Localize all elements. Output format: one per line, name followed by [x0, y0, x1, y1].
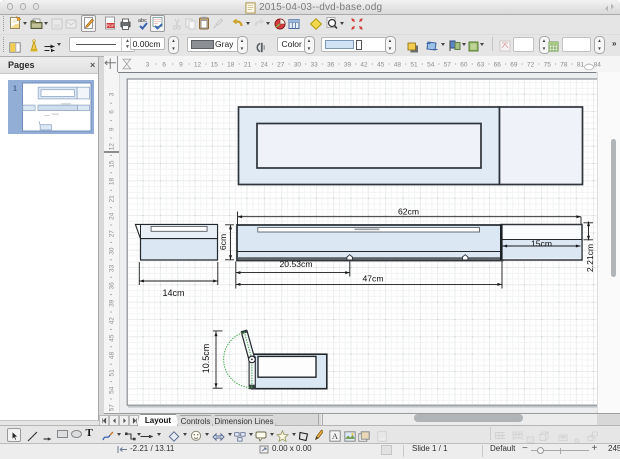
- svg-text:48: 48: [394, 62, 402, 69]
- svg-text:45: 45: [109, 334, 116, 342]
- svg-text:27: 27: [277, 62, 285, 69]
- svg-text:33: 33: [109, 265, 116, 273]
- svg-text:62cm: 62cm: [397, 207, 418, 217]
- svg-text:36: 36: [109, 282, 116, 290]
- svg-text:24: 24: [109, 212, 116, 220]
- svg-text:10.5cm: 10.5cm: [201, 344, 211, 374]
- svg-text:48: 48: [109, 352, 116, 360]
- svg-text:2.21cm: 2.21cm: [585, 244, 595, 272]
- svg-text:21: 21: [109, 195, 116, 203]
- svg-text:42: 42: [109, 317, 116, 325]
- svg-text:15cm: 15cm: [530, 239, 551, 249]
- svg-text:15: 15: [211, 62, 219, 69]
- svg-text:47cm: 47cm: [362, 274, 383, 284]
- svg-text:12: 12: [109, 143, 116, 151]
- svg-text:69: 69: [510, 62, 518, 69]
- svg-text:84: 84: [594, 62, 602, 69]
- svg-text:1: 1: [13, 86, 17, 93]
- svg-text:6: 6: [162, 62, 166, 69]
- svg-text:24: 24: [261, 62, 269, 69]
- svg-text:36: 36: [327, 62, 335, 69]
- svg-text:51: 51: [410, 62, 418, 69]
- svg-text:27: 27: [109, 230, 116, 238]
- svg-text:51: 51: [109, 369, 116, 377]
- svg-text:33: 33: [310, 62, 318, 69]
- svg-text:3: 3: [146, 62, 150, 69]
- svg-text:75: 75: [544, 62, 552, 69]
- svg-text:30: 30: [109, 247, 116, 255]
- svg-text:30: 30: [294, 62, 302, 69]
- svg-text:66: 66: [494, 62, 502, 69]
- svg-text:60: 60: [460, 62, 468, 69]
- svg-text:3: 3: [109, 92, 116, 96]
- svg-text:18: 18: [109, 178, 116, 186]
- svg-text:81: 81: [577, 62, 585, 69]
- svg-text:45: 45: [377, 62, 385, 69]
- svg-text:21: 21: [244, 62, 252, 69]
- svg-text:A: A: [331, 431, 338, 441]
- svg-text:39: 39: [344, 62, 352, 69]
- svg-text:6: 6: [109, 110, 116, 114]
- svg-text:42: 42: [360, 62, 368, 69]
- svg-text:54: 54: [427, 62, 435, 69]
- svg-text:6cm: 6cm: [217, 234, 227, 250]
- svg-text:9: 9: [109, 127, 116, 131]
- svg-text:39: 39: [109, 299, 116, 307]
- svg-text:12: 12: [194, 62, 202, 69]
- svg-text:18: 18: [227, 62, 235, 69]
- svg-text:9: 9: [179, 62, 183, 69]
- svg-text:20.53cm: 20.53cm: [279, 259, 312, 269]
- svg-text:15: 15: [109, 160, 116, 168]
- svg-text:72: 72: [527, 62, 535, 69]
- svg-text:PDF: PDF: [106, 23, 115, 28]
- svg-text:63: 63: [477, 62, 485, 69]
- svg-text:57: 57: [444, 62, 452, 69]
- svg-text:14cm: 14cm: [162, 288, 184, 298]
- svg-text:78: 78: [560, 62, 568, 69]
- svg-text:57: 57: [109, 404, 116, 412]
- svg-text:54: 54: [109, 386, 116, 394]
